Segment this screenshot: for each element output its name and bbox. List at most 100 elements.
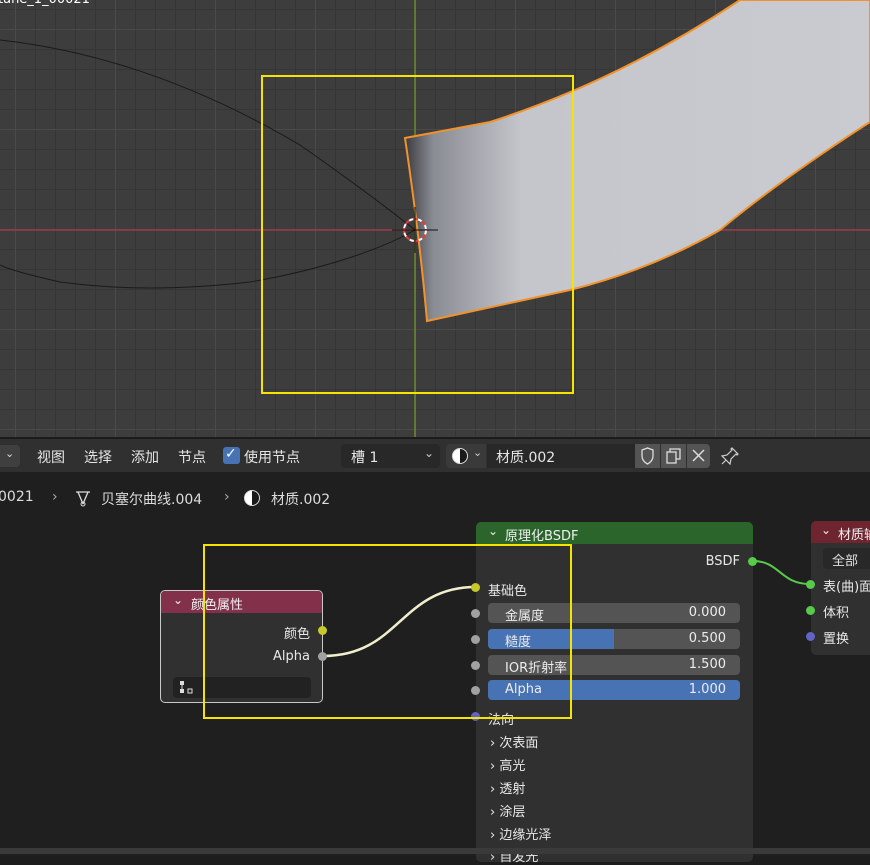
material-browse-button[interactable]: ⌄ (446, 444, 486, 468)
output-color-label: 颜色 (283, 627, 310, 642)
duplicate-icon (666, 448, 681, 464)
fake-user-button[interactable] (635, 444, 660, 468)
material-sphere-icon (452, 448, 468, 464)
chevron-down-icon: ⌄ (5, 447, 15, 460)
menu-add[interactable]: 添加 (131, 447, 159, 467)
close-icon (692, 449, 705, 462)
chevron-down-icon[interactable]: ⌄ (821, 523, 831, 537)
alpha-field[interactable]: Alpha 1.000 (488, 680, 740, 700)
chevron-right-icon: › (490, 736, 496, 751)
unlink-material-button[interactable] (687, 444, 710, 468)
curve-mesh (403, 0, 870, 323)
vertex-color-icon (180, 681, 193, 694)
chevron-right-icon: › (224, 489, 230, 505)
3d-viewport[interactable]: tane_1_00021 (0, 0, 870, 437)
menu-select[interactable]: 选择 (84, 447, 112, 467)
pin-icon (720, 447, 739, 466)
slot-dropdown[interactable]: 槽 1 ⌄ (341, 444, 440, 468)
socket-bsdf-output[interactable] (748, 557, 757, 566)
node-header[interactable]: ⌄ 原理化BSDF (476, 522, 753, 544)
horizontal-scrollbar[interactable] (0, 848, 870, 854)
field-label: Alpha (505, 682, 542, 697)
panel-transmission[interactable]: › 透射 (490, 778, 525, 797)
field-label: 糙度 (505, 635, 532, 649)
breadcrumb-material: 材质.002 (271, 492, 331, 508)
socket-metallic-input[interactable] (471, 609, 480, 618)
viewport-object-title: tane_1_00021 (0, 0, 90, 7)
node-header[interactable]: ⌄ 材质输 (811, 521, 870, 543)
panel-subsurface[interactable]: › 次表面 (490, 732, 538, 751)
color-attribute-node[interactable]: ⌄ 颜色属性 颜色 Alpha (160, 590, 323, 703)
output-bsdf-label: BSDF (705, 554, 740, 569)
chevron-down-icon: ⌄ (423, 446, 434, 460)
panel-label: 边缘光泽 (499, 828, 552, 843)
chevron-right-icon: › (490, 805, 496, 820)
use-nodes-label: 使用节点 (244, 450, 300, 466)
chevron-down-icon[interactable]: ⌄ (173, 593, 183, 607)
socket-ior-input[interactable] (471, 661, 480, 670)
field-value: 1.000 (688, 682, 726, 697)
node-title: 颜色属性 (191, 598, 244, 613)
menu-node[interactable]: 节点 (178, 447, 206, 467)
node-title: 材质输 (838, 528, 870, 543)
panel-label: 次表面 (499, 736, 539, 751)
target-dropdown[interactable]: 全部 (823, 548, 870, 569)
panel-sheen[interactable]: › 边缘光泽 (490, 824, 551, 843)
bezier-curve (0, 39, 416, 289)
target-value: 全部 (832, 554, 859, 569)
node-title: 原理化BSDF (505, 529, 579, 544)
checkmark-icon: ✓ (225, 446, 237, 462)
socket-displacement-input[interactable] (806, 632, 815, 641)
material-sphere-icon (244, 490, 260, 506)
socket-color-output[interactable] (318, 626, 327, 635)
field-value: 0.500 (688, 631, 726, 646)
socket-basecolor-input[interactable] (471, 583, 480, 592)
field-label: 金属度 (505, 609, 545, 623)
material-output-node[interactable]: ⌄ 材质输 全部 表(曲)面 体积 置换 (811, 521, 870, 655)
color-attribute-selector[interactable] (173, 677, 311, 698)
chevron-right-icon: › (490, 782, 496, 797)
chevron-down-icon: ⌄ (473, 446, 483, 459)
node-header[interactable]: ⌄ 颜色属性 (161, 591, 322, 613)
viewport-scene (0, 0, 870, 437)
chevron-right-icon: › (52, 489, 58, 505)
socket-alpha-output[interactable] (318, 652, 327, 661)
chevron-down-icon[interactable]: ⌄ (488, 524, 498, 538)
slot-value: 槽 1 (351, 450, 379, 466)
material-name: 材质.002 (496, 450, 556, 466)
menu-view[interactable]: 视图 (37, 447, 65, 467)
input-normal-label: 法向 (488, 713, 515, 728)
metallic-field[interactable]: 金属度 0.000 (488, 603, 740, 623)
chevron-right-icon: › (490, 828, 496, 843)
panel-label: 透射 (499, 782, 526, 797)
output-alpha-label: Alpha (273, 649, 310, 664)
shield-icon (641, 447, 654, 465)
socket-surface-input[interactable] (806, 580, 815, 589)
socket-alpha-input[interactable] (471, 686, 480, 695)
panel-coat[interactable]: › 涂层 (490, 801, 525, 820)
field-value: 0.000 (688, 605, 726, 620)
curve-object-icon (76, 491, 90, 507)
material-name-field[interactable]: 材质.002 (487, 444, 635, 468)
editor-type-dropdown[interactable]: ⌄ (0, 445, 20, 467)
input-volume-label: 体积 (823, 606, 850, 621)
socket-roughness-input[interactable] (471, 635, 480, 644)
field-value: 1.500 (688, 657, 726, 672)
socket-normal-input[interactable] (471, 712, 480, 721)
input-displacement-label: 置换 (823, 632, 850, 647)
input-basecolor-label: 基础色 (488, 584, 528, 599)
panel-label: 高光 (499, 759, 526, 774)
pin-button[interactable] (718, 444, 742, 468)
field-label: IOR折射率 (505, 661, 568, 675)
socket-volume-input[interactable] (806, 606, 815, 615)
chevron-right-icon: › (490, 759, 496, 774)
use-nodes-checkbox[interactable]: ✓ (223, 446, 240, 464)
ior-field[interactable]: IOR折射率 1.500 (488, 655, 740, 675)
roughness-field[interactable]: 糙度 0.500 (488, 629, 740, 649)
duplicate-material-button[interactable] (661, 444, 686, 468)
input-surface-label: 表(曲)面 (823, 580, 870, 595)
panel-specular[interactable]: › 高光 (490, 755, 525, 774)
breadcrumb-scene: 0021 (0, 489, 34, 505)
panel-label: 涂层 (499, 805, 526, 820)
breadcrumb-object: 贝塞尔曲线.004 (101, 492, 203, 508)
